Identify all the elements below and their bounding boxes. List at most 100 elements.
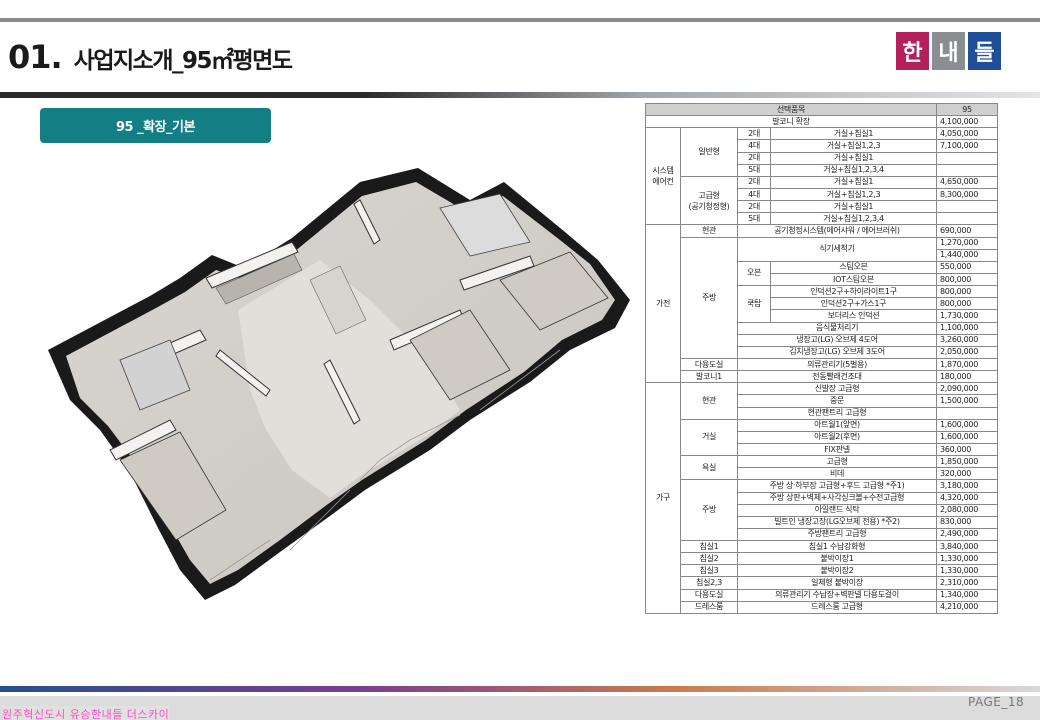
footer-bar — [0, 686, 1040, 692]
table-row: 거실 아트월1(앞면) 1,600,000 — [646, 418, 998, 457]
row-price: 1,850,000 — [936, 455, 998, 469]
row-item: 거실+침실1 — [770, 175, 937, 189]
row-price: 800,000 — [936, 297, 998, 311]
footer-note: 원주혁신도시 유승한내들 더스카이 — [2, 706, 170, 720]
row-item: 냉장고(LG) 오브제 4도어 — [737, 333, 937, 347]
title-text: 사업지소개_95㎡평면도 — [73, 48, 293, 74]
row-sub: 발코니1 — [680, 370, 738, 384]
row-sub: 침실2,3 — [680, 576, 738, 590]
row-price: 1,330,000 — [936, 552, 998, 566]
row-price: 1,500,000 — [936, 394, 998, 408]
group-bath: 욕실 — [680, 455, 738, 481]
row-count: 2대 — [737, 127, 771, 141]
row-sub: 오븐 — [737, 260, 771, 287]
row-item: 붙박이장1 — [737, 552, 937, 566]
row-item: 전동빨래건조대 — [737, 370, 937, 384]
page-number: PAGE_18 — [968, 695, 1025, 709]
table-row: 드레스룸 드레스룸 고급형 4,210,000 — [646, 600, 998, 614]
row-item: 신발장 고급형 — [737, 382, 937, 396]
row-price: 4,100,000 — [936, 115, 998, 129]
row-count: 2대 — [737, 175, 771, 189]
table-row: 발코니1 전동빨래건조대 180,000 — [646, 370, 998, 384]
group-kitchen: 주방 — [680, 236, 738, 359]
row-price: 1,870,000 — [936, 357, 998, 372]
row-price: 2,090,000 — [936, 382, 998, 396]
group-premium: 고급형 (공기청정형) — [680, 175, 738, 226]
row-count: 2대 — [737, 200, 771, 214]
table-row: 가구 현관 신발장 고급형 2,090,000 — [645, 382, 998, 614]
row-item: 보더리스 인덕션 — [770, 309, 937, 323]
row-price — [936, 406, 998, 420]
row-item: 비데 — [737, 467, 937, 481]
row-price: 800,000 — [936, 285, 998, 299]
row-sub: 침실3 — [680, 564, 738, 578]
row-item: 스팀오븐 — [770, 260, 937, 274]
table-header-row: 선택품목 95 — [645, 102, 998, 117]
row-item: 주방팬트리 고급형 — [737, 527, 937, 542]
group-kitchen2: 주방 — [680, 479, 738, 542]
row-price — [936, 151, 998, 165]
title-number: 01. — [8, 38, 63, 76]
row-count: 2대 — [737, 151, 771, 165]
row-item: 식기세척기 — [737, 236, 937, 262]
row-item: 빌트인 냉장고장(LG오브제 전용) *주2) — [737, 515, 937, 529]
row-price — [936, 200, 998, 214]
row-price: 320,000 — [936, 467, 998, 481]
header-type: 95 — [936, 102, 998, 117]
row-item: 인덕션2구+하이라이트1구 — [770, 285, 937, 299]
row-price: 2,050,000 — [936, 345, 998, 359]
row-price: 4,320,000 — [936, 491, 998, 505]
row-price: 3,260,000 — [936, 333, 998, 347]
row-item: 거실+침실1 — [770, 151, 937, 165]
row-item: 의류관리기 수납장+벽판넬 다용도걸이 — [737, 588, 937, 602]
row-item: 인덕션2구+가스1구 — [770, 297, 937, 311]
row-price: 3,180,000 — [936, 479, 998, 493]
row-item: 침실1 수납강화형 — [737, 540, 937, 554]
row-item: 붙박이장2 — [737, 564, 937, 578]
row-price: 2,490,000 — [936, 527, 998, 542]
table-row: 발코니 확장 4,100,000 — [645, 115, 998, 129]
row-item: 거실+침실1 — [770, 200, 937, 214]
row-item: FIX판넬 — [737, 442, 937, 457]
row-sub: 현관 — [680, 224, 738, 238]
option-price-table: 선택품목 95 발코니 확장 4,100,000 시스템 에어컨 일반형 2대 … — [645, 102, 998, 614]
table-row: 침실1 침실1 수납강화형 3,840,000 — [646, 540, 998, 554]
row-price: 1,340,000 — [936, 588, 998, 602]
row-price: 4,050,000 — [936, 127, 998, 141]
row-price — [936, 163, 998, 177]
table-row: 욕실 고급형 1,850,000 — [646, 455, 998, 481]
row-price: 1,730,000 — [936, 309, 998, 323]
row-price: 2,080,000 — [936, 503, 998, 517]
plan-type-tag: 95 _확장_기본 — [40, 108, 271, 143]
row-sub: 침실1 — [680, 540, 738, 554]
row-sub: 드레스룸 — [680, 600, 738, 614]
row-count: 4대 — [737, 139, 771, 153]
row-item: 중문 — [737, 394, 937, 408]
row-item: 주방 상·하부장 고급형+후드 고급형 *주1) — [737, 479, 937, 493]
row-price: 4,210,000 — [936, 600, 998, 614]
header-item: 선택품목 — [645, 102, 937, 117]
logo-char-2: 내 — [932, 32, 965, 70]
row-price: 1,600,000 — [936, 418, 998, 432]
row-item: 거실+침실1,2,3,4 — [770, 212, 937, 226]
row-price: 4,650,000 — [936, 175, 998, 189]
row-price: 7,100,000 — [936, 139, 998, 153]
logo-char-3: 들 — [968, 32, 1001, 70]
row-item: 거실+침실1,2,3 — [770, 139, 937, 153]
row-price: 1,270,000 — [936, 236, 998, 250]
row-item: 거실+침실1,2,3,4 — [770, 163, 937, 177]
table-row: 다용도실 의류관리기(5벌용) 1,870,000 — [646, 357, 998, 372]
page-title: 01. 사업지소개_95㎡평면도 — [8, 38, 293, 76]
table-row: 침실3 붙박이장2 1,330,000 — [646, 564, 998, 578]
row-price: 550,000 — [936, 260, 998, 274]
row-item: 현관팬트리 고급형 — [737, 406, 937, 420]
row-sub: 침실2 — [680, 552, 738, 566]
row-item: 고급형 — [737, 455, 937, 469]
row-count: 4대 — [737, 187, 771, 202]
row-price: 360,000 — [936, 442, 998, 457]
row-item: 김치냉장고(LG) 오브제 3도어 — [737, 345, 937, 359]
brand-logo: 한 내 들 — [896, 32, 1001, 70]
row-price: 1,100,000 — [936, 321, 998, 335]
group-aircon: 시스템 에어컨 — [645, 127, 681, 226]
table-row: 가전 현관 공기청정시스템(에어샤워 / 에어브러쉬) 690,000 — [645, 224, 998, 384]
